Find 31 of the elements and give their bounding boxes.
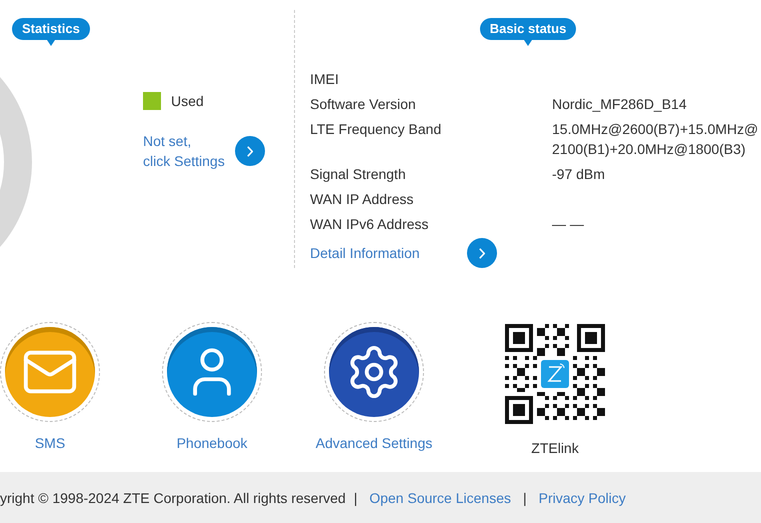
arrow-button[interactable]: [466, 238, 497, 268]
legend-label: Used: [171, 92, 204, 111]
shortcut-link[interactable]: Phonebook: [176, 435, 248, 451]
status-label: WAN IPv6 Address: [310, 215, 430, 234]
arrow-button[interactable]: [234, 136, 265, 166]
footer-link[interactable]: Open Source Licenses: [369, 490, 511, 506]
status-label: WAN IP Address: [310, 190, 414, 209]
copyright-text: yright © 1998-2024 ZTE Corporation. All rights reserved: [0, 490, 346, 506]
status-label: IMEI: [310, 70, 340, 89]
status-value: -97 dBm: [552, 166, 605, 182]
section-badge: Basic status: [480, 18, 576, 40]
section-badge: Statistics: [12, 18, 90, 40]
chevron-icon: [246, 146, 253, 156]
status-label: LTE Frequency Band: [310, 120, 442, 139]
shortcut-link[interactable]: Advanced Settings: [316, 435, 432, 451]
badge-pointer: [46, 40, 55, 46]
detail-link[interactable]: Detail Information: [310, 243, 420, 263]
status-label: Signal Strength: [310, 165, 407, 184]
qr-code-label: ZTElink: [531, 440, 579, 456]
footer-link[interactable]: Privacy Policy: [538, 490, 626, 506]
status-label: Software Version: [310, 95, 417, 114]
status-value: Nordic_MF286D_B14: [552, 96, 687, 112]
badge-pointer: [524, 40, 532, 46]
status-value: 15.0MHz@2600(B7)+15.0MHz@2100(B1)+20.0MHz@1800(B3): [552, 121, 758, 157]
legend-swatch: [143, 92, 161, 110]
chevron-icon: [478, 248, 485, 258]
separator: |: [522, 490, 527, 506]
separator: |: [354, 490, 358, 506]
status-value: — —: [552, 216, 584, 232]
settings-link[interactable]: Not set, click Settings: [143, 131, 225, 171]
shortcut-link[interactable]: SMS: [34, 435, 66, 451]
